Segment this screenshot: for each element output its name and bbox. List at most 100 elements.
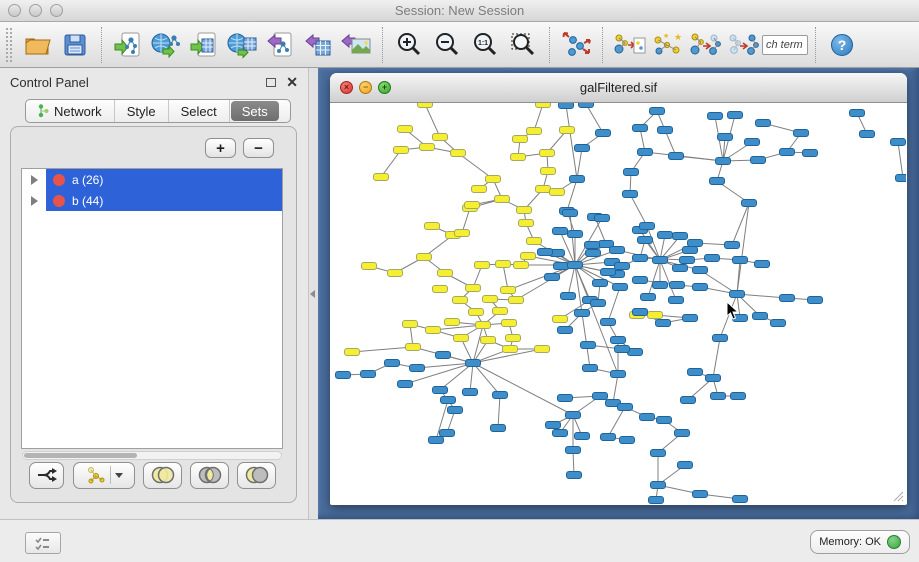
expand-triangle-icon[interactable] — [31, 196, 38, 206]
graph-node-yellow[interactable] — [521, 253, 536, 260]
graph-node-blue[interactable] — [593, 393, 608, 400]
graph-node-yellow[interactable] — [536, 186, 551, 193]
graph-node-blue[interactable] — [755, 261, 770, 268]
float-panel-icon[interactable] — [266, 78, 276, 87]
graph-node-yellow[interactable] — [501, 287, 516, 294]
graph-node-yellow[interactable] — [481, 337, 496, 344]
graph-node-yellow[interactable] — [536, 103, 551, 108]
graph-node-blue[interactable] — [595, 215, 610, 222]
graph-node-yellow[interactable] — [453, 297, 468, 304]
graph-node-yellow[interactable] — [509, 297, 524, 304]
graph-node-blue[interactable] — [593, 280, 608, 287]
graph-node-yellow[interactable] — [495, 196, 510, 203]
graph-node-blue[interactable] — [623, 191, 638, 198]
network-view-window[interactable]: × − + galFiltered.sif — [330, 73, 907, 505]
graph-node-blue[interactable] — [581, 342, 596, 349]
graph-node-blue[interactable] — [705, 255, 720, 262]
graph-node-blue[interactable] — [683, 247, 698, 254]
graph-node-blue[interactable] — [563, 210, 578, 217]
remove-set-button[interactable]: − — [243, 138, 274, 158]
graph-node-blue[interactable] — [640, 223, 655, 230]
graph-node-blue[interactable] — [860, 131, 875, 138]
graph-node-blue[interactable] — [583, 365, 598, 372]
graph-node-blue[interactable] — [731, 393, 746, 400]
graph-node-yellow[interactable] — [527, 128, 542, 135]
graph-node-blue[interactable] — [803, 150, 818, 157]
graph-node-yellow[interactable] — [345, 349, 360, 356]
set-row-a[interactable]: a (26) — [22, 169, 282, 190]
graph-node-blue[interactable] — [681, 397, 696, 404]
graph-node-blue[interactable] — [669, 297, 684, 304]
import-table-file-button[interactable] — [185, 26, 223, 64]
graph-node-yellow[interactable] — [406, 344, 421, 351]
graph-node-blue[interactable] — [440, 430, 455, 437]
graph-node-yellow[interactable] — [445, 319, 460, 326]
graph-node-yellow[interactable] — [418, 103, 433, 108]
graph-node-blue[interactable] — [570, 176, 585, 183]
graph-node-blue[interactable] — [733, 496, 748, 503]
graph-node-yellow[interactable] — [417, 254, 432, 261]
graph-node-blue[interactable] — [586, 250, 601, 257]
graph-node-blue[interactable] — [633, 255, 648, 262]
open-session-button[interactable] — [18, 26, 56, 64]
graph-node-blue[interactable] — [633, 277, 648, 284]
add-set-button[interactable]: + — [205, 138, 236, 158]
graph-node-blue[interactable] — [615, 263, 630, 270]
graph-node-blue[interactable] — [656, 320, 671, 327]
graph-node-blue[interactable] — [433, 387, 448, 394]
graph-node-blue[interactable] — [466, 360, 481, 367]
graph-node-blue[interactable] — [706, 375, 721, 382]
graph-node-blue[interactable] — [575, 433, 590, 440]
graph-node-yellow[interactable] — [503, 346, 518, 353]
graph-node-blue[interactable] — [575, 145, 590, 152]
graph-node-yellow[interactable] — [511, 154, 526, 161]
search-input[interactable]: ch term — [762, 35, 808, 55]
graph-node-blue[interactable] — [658, 232, 673, 239]
graph-node-yellow[interactable] — [535, 346, 550, 353]
graph-node-blue[interactable] — [618, 404, 633, 411]
graph-node-blue[interactable] — [441, 397, 456, 404]
graph-node-blue[interactable] — [638, 149, 653, 156]
graph-node-yellow[interactable] — [374, 174, 389, 181]
graph-node-blue[interactable] — [745, 139, 760, 146]
graph-node-blue[interactable] — [491, 425, 506, 432]
graph-node-yellow[interactable] — [465, 202, 480, 209]
tab-sets[interactable]: Sets — [231, 101, 279, 121]
graph-node-blue[interactable] — [601, 269, 616, 276]
graph-node-blue[interactable] — [336, 372, 351, 379]
graph-node-blue[interactable] — [610, 247, 625, 254]
create-set-from-network-button[interactable] — [73, 462, 135, 489]
export-network-button[interactable] — [261, 26, 299, 64]
graph-node-blue[interactable] — [670, 282, 685, 289]
sets-horizontal-scrollbar[interactable] — [22, 451, 282, 460]
graph-node-blue[interactable] — [742, 200, 757, 207]
graph-node-blue[interactable] — [611, 337, 626, 344]
graph-node-blue[interactable] — [896, 175, 907, 182]
graph-node-yellow[interactable] — [394, 147, 409, 154]
graph-node-blue[interactable] — [850, 110, 865, 117]
graph-node-blue[interactable] — [538, 249, 553, 256]
graph-node-blue[interactable] — [771, 320, 786, 327]
graph-node-yellow[interactable] — [469, 309, 484, 316]
graph-node-blue[interactable] — [436, 352, 451, 359]
import-network-web-button[interactable] — [147, 26, 185, 64]
graph-node-blue[interactable] — [658, 127, 673, 134]
graph-node-blue[interactable] — [585, 242, 600, 249]
graph-node-yellow[interactable] — [540, 150, 555, 157]
save-session-button[interactable] — [56, 26, 94, 64]
graph-node-blue[interactable] — [568, 231, 583, 238]
graph-node-blue[interactable] — [559, 103, 574, 109]
graph-node-blue[interactable] — [561, 293, 576, 300]
graph-node-yellow[interactable] — [425, 223, 440, 230]
graph-node-blue[interactable] — [553, 228, 568, 235]
tab-select[interactable]: Select — [169, 100, 230, 122]
graph-node-blue[interactable] — [579, 103, 594, 108]
graph-node-blue[interactable] — [568, 262, 583, 269]
graph-node-yellow[interactable] — [517, 207, 532, 214]
graph-node-blue[interactable] — [567, 472, 582, 479]
graph-node-yellow[interactable] — [475, 262, 490, 269]
tab-style[interactable]: Style — [115, 100, 169, 122]
graph-node-yellow[interactable] — [426, 327, 441, 334]
graph-node-yellow[interactable] — [466, 285, 481, 292]
dropdown-caret-icon[interactable] — [115, 473, 123, 478]
